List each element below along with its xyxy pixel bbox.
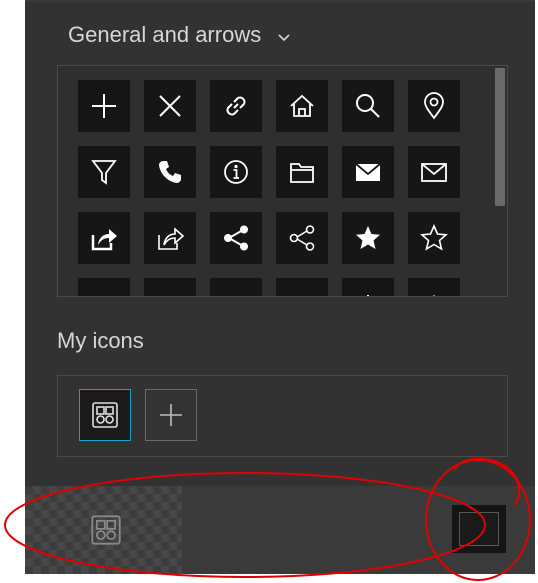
share-filled-icon[interactable] bbox=[210, 212, 262, 264]
grid-icon-partial[interactable] bbox=[144, 278, 196, 296]
folder-icon[interactable] bbox=[276, 146, 328, 198]
selection-preview-bar bbox=[25, 486, 535, 574]
grid-icon bbox=[91, 515, 121, 545]
my-icon-grid-icon[interactable] bbox=[79, 389, 131, 441]
mail-filled-icon[interactable] bbox=[342, 146, 394, 198]
filter-icon[interactable] bbox=[78, 146, 130, 198]
share-out-filled-icon[interactable] bbox=[78, 212, 130, 264]
arrow-right-icon[interactable] bbox=[276, 278, 328, 296]
star-filled-icon[interactable] bbox=[342, 212, 394, 264]
mail-outline-icon[interactable] bbox=[408, 146, 460, 198]
share-out-outline-icon[interactable] bbox=[144, 212, 196, 264]
icon-grid[interactable] bbox=[57, 65, 508, 297]
plus-icon[interactable] bbox=[78, 80, 130, 132]
grid-icon-partial[interactable] bbox=[78, 278, 130, 296]
my-icons-title: My icons bbox=[57, 328, 144, 353]
caret-up-icon[interactable] bbox=[408, 278, 460, 296]
close-icon[interactable] bbox=[144, 80, 196, 132]
category-label: General and arrows bbox=[68, 22, 262, 47]
location-pin-icon[interactable] bbox=[408, 80, 460, 132]
link-icon[interactable] bbox=[210, 80, 262, 132]
chevron-down-icon bbox=[278, 34, 290, 42]
icon-grid-scrollbar[interactable] bbox=[495, 68, 505, 206]
color-swatch bbox=[459, 512, 499, 546]
info-icon[interactable] bbox=[210, 146, 262, 198]
star-outline-icon[interactable] bbox=[408, 212, 460, 264]
arrow-up-icon[interactable] bbox=[342, 278, 394, 296]
add-icon-button[interactable] bbox=[145, 389, 197, 441]
share-outline-icon[interactable] bbox=[276, 212, 328, 264]
search-icon[interactable] bbox=[342, 80, 394, 132]
category-dropdown[interactable]: General and arrows bbox=[68, 22, 291, 48]
icon-preview bbox=[25, 486, 182, 574]
color-swatch-button[interactable] bbox=[452, 505, 506, 553]
phone-icon[interactable] bbox=[144, 146, 196, 198]
my-icons-container bbox=[57, 375, 508, 457]
home-icon[interactable] bbox=[276, 80, 328, 132]
arrow-left-icon[interactable] bbox=[210, 278, 262, 296]
